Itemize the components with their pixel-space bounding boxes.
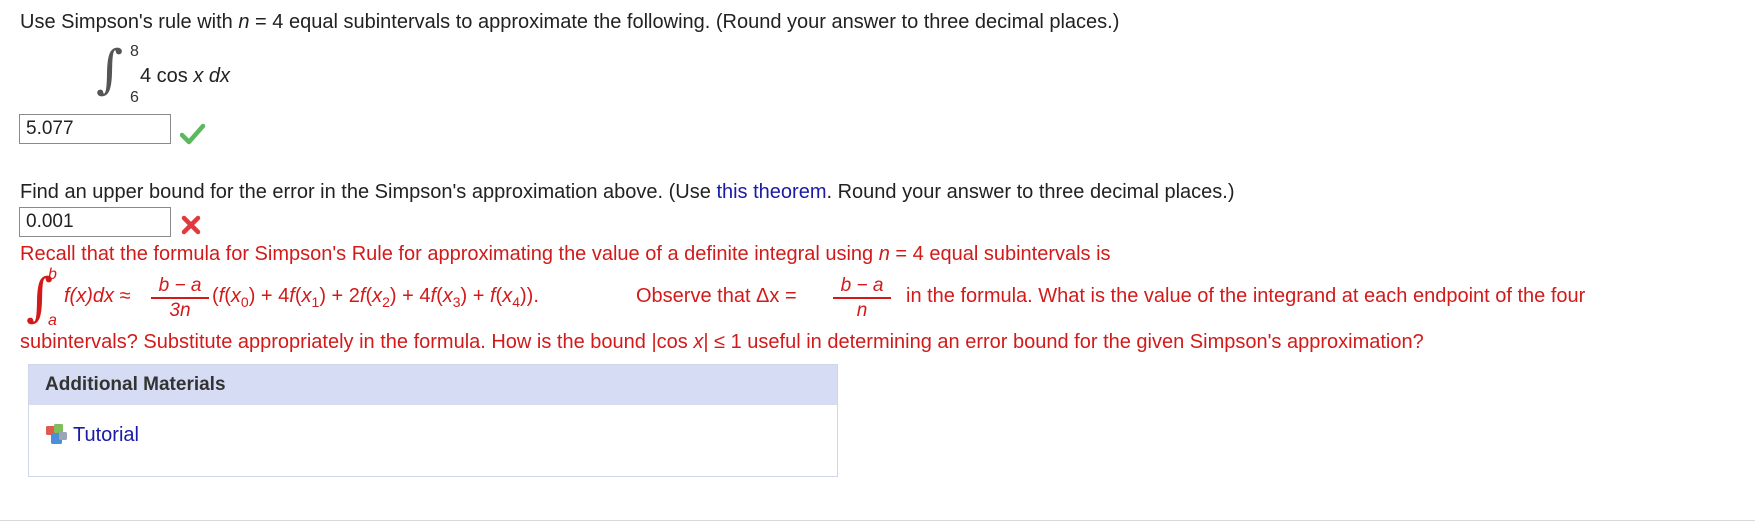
feedback-fx: f(x)dx ≈ xyxy=(64,285,131,307)
prompt-text: Find an upper bound for the error in the… xyxy=(20,181,717,203)
fraction-b-minus-a-over-n: b − a n xyxy=(833,275,891,322)
prompt-text-tail: . Round your answer to three decimal pla… xyxy=(826,181,1235,203)
checkmark-icon xyxy=(180,123,206,145)
frac2-bar xyxy=(833,297,891,299)
prompt-text-tail: equal subintervals to approximate the fo… xyxy=(288,11,1120,33)
tutorial-item[interactable]: Tutorial xyxy=(45,423,139,447)
theorem-link[interactable]: this theorem xyxy=(716,181,826,203)
feedback-n-value: = 4 xyxy=(889,243,930,265)
feedback-lower-limit: a xyxy=(48,312,57,329)
feedback-line3: subintervals? Substitute appropriately i… xyxy=(20,331,1424,353)
question1-prompt: Use Simpson's rule with n = 4 equal subi… xyxy=(20,10,1119,34)
frac1-bar xyxy=(151,297,209,299)
integral-expression: ∫ 8 6 4 cos x dx xyxy=(96,40,296,110)
frac2-numerator: b − a xyxy=(840,275,884,296)
feedback-line2-tail: in the formula. What is the value of the… xyxy=(906,285,1586,307)
feedback-text-tail: equal subintervals is xyxy=(929,243,1111,265)
tutorial-link[interactable]: Tutorial xyxy=(73,424,139,446)
integral-sign: ∫ xyxy=(96,40,124,100)
prompt-text: Use Simpson's rule with xyxy=(20,11,239,33)
cross-icon xyxy=(181,215,201,235)
cubes-icon xyxy=(46,424,67,444)
page-divider xyxy=(0,520,1755,521)
additional-materials-heading: Additional Materials xyxy=(29,365,837,405)
answer2-input[interactable]: 0.001 xyxy=(19,207,171,237)
integrand-var: x xyxy=(193,65,204,87)
answer1-input[interactable]: 5.077 xyxy=(19,114,171,144)
feedback-upper-limit: b xyxy=(48,266,57,283)
frac2-denominator: n xyxy=(856,299,868,321)
observe-text: Observe that Δx = xyxy=(636,285,797,307)
n-value: = 4 xyxy=(249,11,289,33)
feedback-n: n xyxy=(878,243,890,265)
simpson-sum: (f(x0) + 4f(x1) + 2f(x2) + 4f(x3) + f(x4… xyxy=(212,285,539,310)
lower-limit: 6 xyxy=(130,89,139,106)
feedback-text: Recall that the formula for Simpson's Ru… xyxy=(20,243,879,265)
integrand: 4 cos x dx xyxy=(140,64,230,88)
frac1-denominator: 3n xyxy=(169,299,191,321)
question2-prompt: Find an upper bound for the error in the… xyxy=(20,180,1234,204)
n-variable: n xyxy=(238,11,250,33)
fraction-b-minus-a-over-3n: b − a 3n xyxy=(151,275,209,322)
integrand-text: 4 cos xyxy=(140,65,194,87)
upper-limit: 8 xyxy=(130,43,139,60)
feedback-line1: Recall that the formula for Simpson's Ru… xyxy=(20,242,1111,266)
frac1-numerator: b − a xyxy=(158,275,202,296)
integrand-dx: dx xyxy=(208,65,231,87)
additional-materials-panel: Additional Materials Tutorial xyxy=(28,364,838,477)
